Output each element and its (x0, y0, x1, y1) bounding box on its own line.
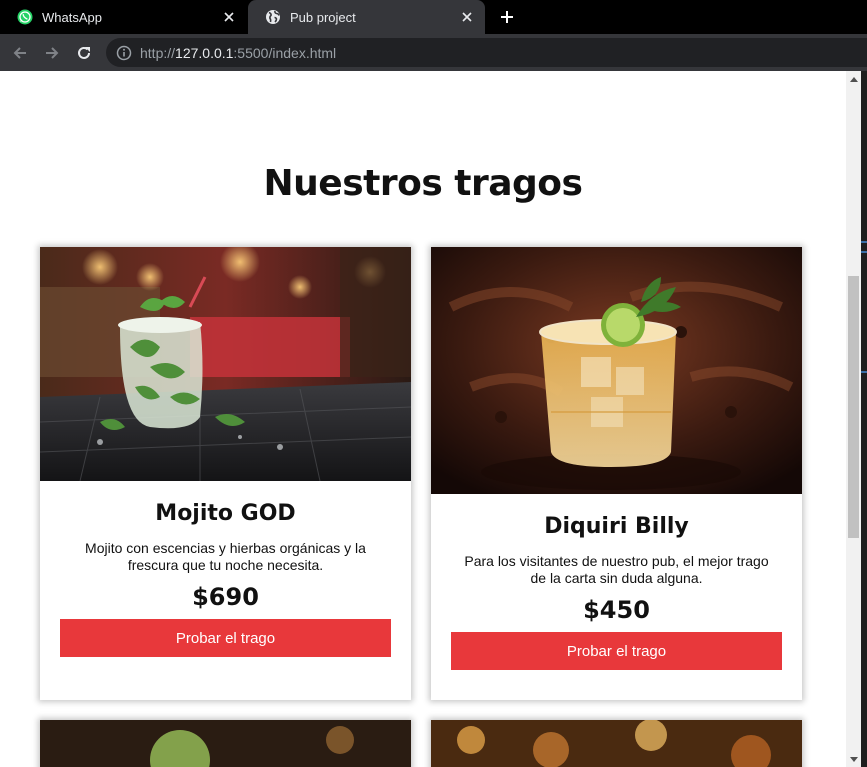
diquiri-photo (431, 247, 802, 494)
scroll-down-arrow-icon[interactable] (846, 752, 861, 767)
drink-photo (40, 720, 411, 767)
arrow-left-icon (13, 47, 26, 59)
back-button[interactable] (9, 42, 31, 64)
forward-button[interactable] (41, 42, 63, 64)
reload-icon (78, 46, 90, 59)
reload-button[interactable] (73, 42, 95, 64)
drink-photo (431, 720, 802, 767)
window-edge (861, 71, 867, 767)
drink-description: Para los visitantes de nuestro pub, el m… (464, 553, 769, 586)
tab-pub-project[interactable]: Pub project (248, 0, 485, 34)
drink-card (40, 720, 411, 767)
drink-name: Diquiri Billy (544, 514, 689, 539)
mojito-photo (40, 247, 411, 481)
drink-card: Diquiri Billy Para los visitantes de nue… (431, 247, 802, 700)
tab-title: Pub project (290, 9, 356, 25)
drink-description: Mojito con escencias y hierbas orgánicas… (85, 540, 366, 573)
globe-icon (266, 10, 280, 24)
address-bar[interactable]: http://127.0.0.1:5500/index.html (106, 38, 867, 67)
drink-card: Mojito GOD Mojito con escencias y hierba… (40, 247, 411, 700)
url-path: :5500/index.html (233, 44, 337, 61)
url-host: 127.0.0.1 (175, 44, 234, 61)
url-text: http://127.0.0.1:5500/index.html (140, 45, 336, 61)
drink-name: Mojito GOD (155, 501, 296, 526)
page-title: Nuestros tragos (263, 163, 583, 204)
page-viewport: Nuestros tragos Mojito GOD Mojito con es… (0, 71, 846, 767)
close-icon[interactable] (459, 9, 475, 25)
new-tab-button[interactable] (497, 7, 517, 27)
tab-title: WhatsApp (42, 9, 102, 25)
arrow-right-icon (46, 47, 59, 59)
close-icon[interactable] (221, 9, 237, 25)
browser-tab-strip: WhatsApp Pub project (0, 0, 867, 34)
vertical-scrollbar[interactable] (846, 71, 861, 767)
scroll-up-arrow-icon[interactable] (846, 71, 861, 86)
try-drink-button[interactable]: Probar el trago (451, 632, 782, 670)
scrollbar-thumb[interactable] (848, 276, 859, 538)
tab-whatsapp[interactable]: WhatsApp (0, 0, 247, 34)
url-scheme: http:// (140, 44, 176, 61)
drink-price: $690 (192, 583, 259, 611)
whatsapp-icon (17, 9, 33, 25)
drink-price: $450 (583, 596, 650, 624)
info-icon[interactable] (116, 45, 132, 61)
plus-icon (501, 11, 513, 23)
browser-toolbar: http://127.0.0.1:5500/index.html (0, 34, 867, 71)
drink-card (431, 720, 802, 767)
try-drink-button[interactable]: Probar el trago (60, 619, 391, 657)
